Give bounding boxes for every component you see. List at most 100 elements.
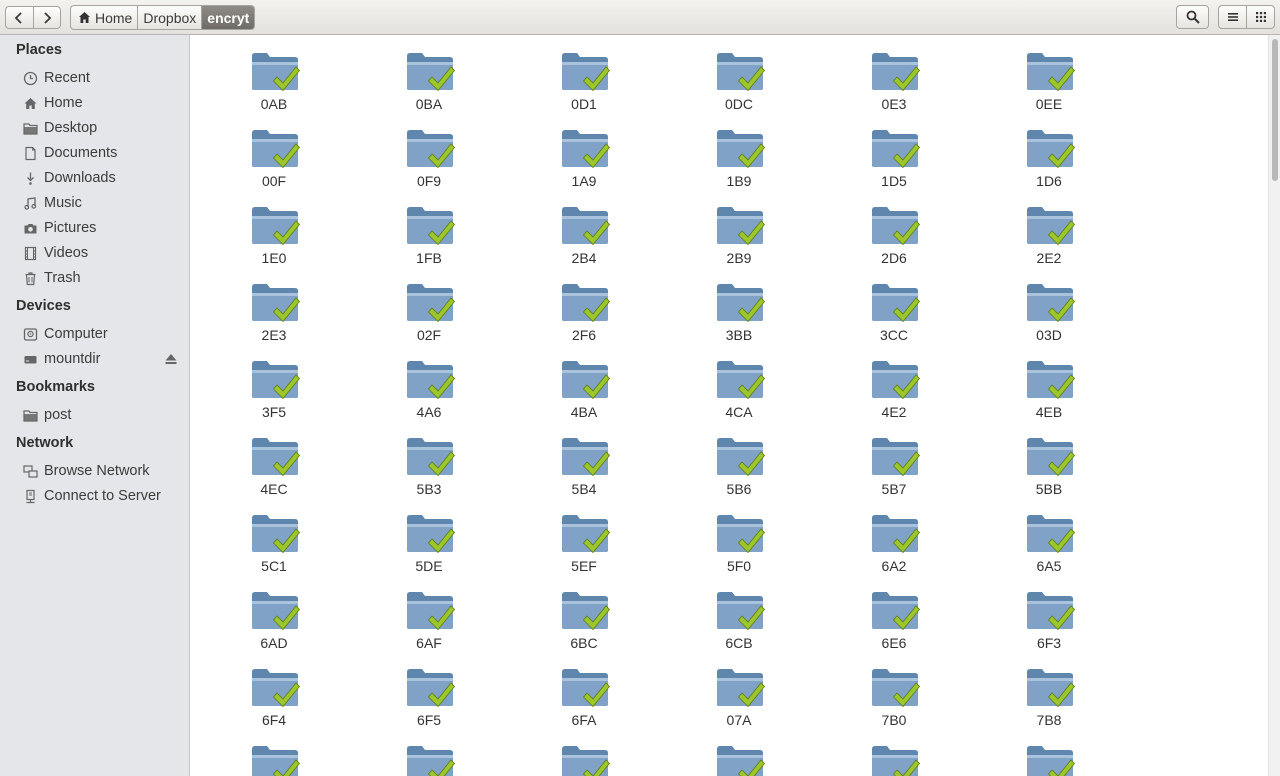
folder-item[interactable]: 6F5 bbox=[379, 654, 479, 728]
sidebar-item-trash[interactable]: Trash bbox=[23, 266, 188, 290]
sidebar-item-connect-to-server[interactable]: Connect to Server bbox=[23, 484, 188, 508]
folder-item[interactable]: 0AB bbox=[224, 38, 324, 112]
folder-item[interactable]: 2E3 bbox=[224, 269, 324, 343]
folder-label: 6F5 bbox=[416, 712, 442, 728]
folder-item[interactable]: 3F5 bbox=[224, 346, 324, 420]
folder-item[interactable]: 7B8 bbox=[999, 654, 1099, 728]
folder-item[interactable]: 00F bbox=[224, 115, 324, 189]
folder-item[interactable]: 1A9 bbox=[534, 115, 634, 189]
breadcrumb-current[interactable]: encryt bbox=[201, 6, 255, 29]
sidebar-item-label: Desktop bbox=[44, 120, 98, 136]
folder-item[interactable]: 6AF bbox=[379, 577, 479, 651]
list-view-button[interactable] bbox=[1219, 6, 1246, 28]
sidebar-item-computer[interactable]: Computer bbox=[23, 322, 188, 346]
folder-item[interactable]: 5DE bbox=[379, 500, 479, 574]
sidebar-item-recent[interactable]: Recent bbox=[23, 66, 188, 90]
folder-item[interactable]: 0DC bbox=[689, 38, 789, 112]
folder-item[interactable]: 2F6 bbox=[534, 269, 634, 343]
folder-item[interactable]: 5C1 bbox=[224, 500, 324, 574]
breadcrumb-dropbox[interactable]: Dropbox bbox=[137, 6, 201, 29]
synced-folder-icon bbox=[407, 669, 455, 708]
folder-item[interactable]: 1FB bbox=[379, 192, 479, 266]
search-button[interactable] bbox=[1176, 5, 1209, 29]
sidebar-item-home[interactable]: Home bbox=[23, 91, 188, 115]
folder-item[interactable]: 6BC bbox=[534, 577, 634, 651]
breadcrumb-home[interactable]: Home bbox=[71, 6, 137, 29]
folder-item[interactable]: 03D bbox=[999, 269, 1099, 343]
folder-label: 2B9 bbox=[726, 250, 752, 266]
folder-item[interactable]: 07A bbox=[689, 654, 789, 728]
folder-item[interactable]: 6E6 bbox=[844, 577, 944, 651]
folder-item[interactable]: 1E0 bbox=[224, 192, 324, 266]
folder-item[interactable]: 6FA bbox=[534, 654, 634, 728]
folder-item[interactable]: 1D6 bbox=[999, 115, 1099, 189]
folder-item[interactable] bbox=[379, 731, 479, 776]
scrollbar-thumb[interactable] bbox=[1272, 39, 1278, 181]
folder-item[interactable]: 3CC bbox=[844, 269, 944, 343]
vertical-scrollbar[interactable] bbox=[1268, 35, 1280, 776]
folder-label: 6A2 bbox=[881, 558, 907, 574]
folder-item[interactable]: 2E2 bbox=[999, 192, 1099, 266]
folder-item[interactable]: 5EF bbox=[534, 500, 634, 574]
folder-item[interactable]: 2D6 bbox=[844, 192, 944, 266]
grid-view-button[interactable] bbox=[1246, 6, 1274, 28]
synced-folder-icon bbox=[717, 361, 765, 400]
folder-label: 0D1 bbox=[571, 96, 597, 112]
folder-item[interactable]: 4EC bbox=[224, 423, 324, 497]
folder-label: 2F6 bbox=[571, 327, 597, 343]
folder-item[interactable]: 5BB bbox=[999, 423, 1099, 497]
folder-item[interactable]: 5B4 bbox=[534, 423, 634, 497]
home-icon bbox=[23, 96, 38, 111]
folder-item[interactable]: 0F9 bbox=[379, 115, 479, 189]
folder-item[interactable]: 6F4 bbox=[224, 654, 324, 728]
folder-item[interactable]: 4E2 bbox=[844, 346, 944, 420]
folder-item[interactable] bbox=[844, 731, 944, 776]
sidebar-item-desktop[interactable]: Desktop bbox=[23, 116, 188, 140]
folder-item[interactable]: 0EE bbox=[999, 38, 1099, 112]
folder-item[interactable]: 1B9 bbox=[689, 115, 789, 189]
folder-label: 5B3 bbox=[416, 481, 442, 497]
folder-item[interactable]: 2B9 bbox=[689, 192, 789, 266]
folder-item[interactable]: 1D5 bbox=[844, 115, 944, 189]
folder-item[interactable]: 2B4 bbox=[534, 192, 634, 266]
folder-item[interactable]: 4A6 bbox=[379, 346, 479, 420]
folder-item[interactable] bbox=[224, 731, 324, 776]
synced-folder-icon bbox=[1027, 669, 1075, 708]
folder-item[interactable]: 4EB bbox=[999, 346, 1099, 420]
sidebar-item-videos[interactable]: Videos bbox=[23, 241, 188, 265]
sidebar-item-music[interactable]: Music bbox=[23, 191, 188, 215]
folder-item[interactable]: 02F bbox=[379, 269, 479, 343]
folder-item[interactable]: 4BA bbox=[534, 346, 634, 420]
folder-item[interactable]: 5F0 bbox=[689, 500, 789, 574]
eject-icon[interactable] bbox=[164, 352, 178, 366]
folder-item[interactable]: 6A5 bbox=[999, 500, 1099, 574]
synced-folder-icon bbox=[252, 669, 300, 708]
sidebar-item-post[interactable]: post bbox=[23, 403, 188, 427]
folder-item[interactable]: 4CA bbox=[689, 346, 789, 420]
folder-item[interactable]: 7B0 bbox=[844, 654, 944, 728]
sidebar-item-label: post bbox=[44, 407, 72, 423]
folder-label: 5EF bbox=[571, 558, 597, 574]
folder-item[interactable]: 6F3 bbox=[999, 577, 1099, 651]
sidebar-item-documents[interactable]: Documents bbox=[23, 141, 188, 165]
folder-item[interactable]: 0E3 bbox=[844, 38, 944, 112]
folder-item[interactable] bbox=[534, 731, 634, 776]
folder-item[interactable]: 6A2 bbox=[844, 500, 944, 574]
sidebar-item-browse-network[interactable]: Browse Network bbox=[23, 459, 188, 483]
synced-folder-icon bbox=[872, 284, 920, 323]
sidebar-item-pictures[interactable]: Pictures bbox=[23, 216, 188, 240]
folder-item[interactable]: 0BA bbox=[379, 38, 479, 112]
folder-item[interactable] bbox=[689, 731, 789, 776]
folder-item[interactable]: 5B6 bbox=[689, 423, 789, 497]
folder-item[interactable]: 3BB bbox=[689, 269, 789, 343]
sidebar-item-downloads[interactable]: Downloads bbox=[23, 166, 188, 190]
forward-button[interactable] bbox=[32, 7, 60, 28]
back-button[interactable] bbox=[6, 7, 33, 28]
folder-item[interactable]: 5B3 bbox=[379, 423, 479, 497]
folder-item[interactable]: 5B7 bbox=[844, 423, 944, 497]
folder-label: 2B4 bbox=[571, 250, 597, 266]
folder-item[interactable] bbox=[999, 731, 1099, 776]
folder-item[interactable]: 6CB bbox=[689, 577, 789, 651]
folder-item[interactable]: 6AD bbox=[224, 577, 324, 651]
folder-item[interactable]: 0D1 bbox=[534, 38, 634, 112]
